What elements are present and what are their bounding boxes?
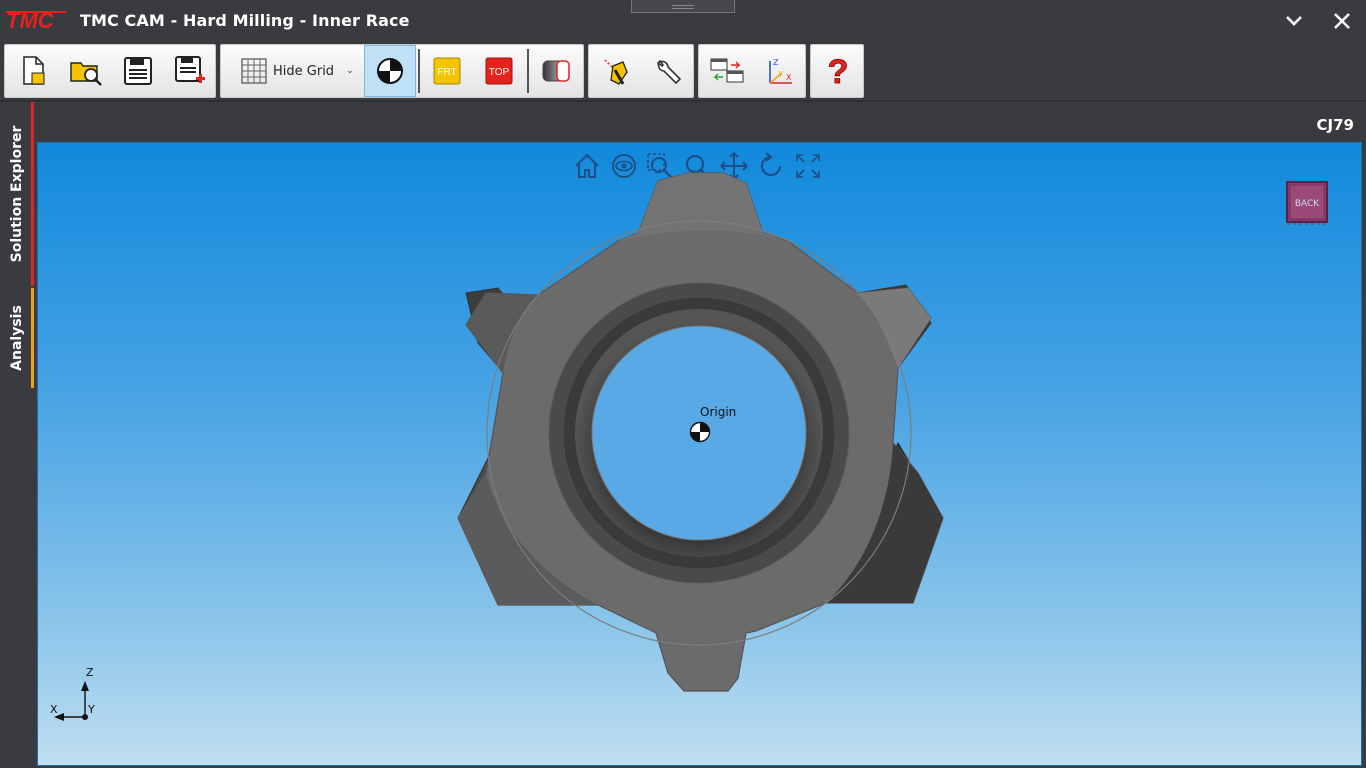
inner-race-model[interactable] (38, 143, 1362, 766)
save-icon (124, 57, 152, 85)
part-code: CJ79 (1316, 116, 1354, 134)
new-file-button[interactable] (9, 45, 59, 97)
origin-marker-icon[interactable] (689, 421, 711, 443)
wrench-icon (656, 59, 682, 85)
top-view-button[interactable]: TOP (474, 45, 524, 97)
svg-text:?: ? (828, 55, 849, 87)
help-toolbar-group: ? (810, 44, 864, 98)
axis-x-label: X (50, 703, 58, 716)
origin-marker-icon (377, 58, 403, 84)
coordinate-axes-icon: Z Y X (769, 58, 792, 84)
grid-icon (241, 58, 267, 84)
tab-analysis-label: Analysis (9, 305, 25, 371)
axis-y-label: Y (88, 703, 95, 716)
swap-windows-icon (710, 58, 744, 83)
hide-grid-label: Hide Grid (273, 63, 335, 79)
open-file-button[interactable] (61, 45, 111, 97)
settings-wrench-button[interactable] (643, 45, 693, 97)
tmc-logo: TMC (6, 9, 66, 31)
axis-z-label: Z (86, 666, 94, 679)
save-as-button[interactable] (165, 45, 215, 97)
save-as-icon (175, 56, 205, 83)
tab-indicator (31, 102, 34, 286)
svg-text:X: X (786, 73, 792, 82)
svg-text:Y: Y (777, 70, 783, 79)
help-icon: ? (827, 55, 849, 87)
front-view-button[interactable]: FRT (422, 45, 472, 97)
tools-toolbar-group (588, 44, 694, 98)
file-toolbar-group (4, 44, 216, 98)
toolbar-separator (527, 49, 529, 93)
window-drag-handle[interactable] (631, 0, 735, 13)
svg-text:TOP: TOP (489, 67, 510, 78)
front-view-icon: FRT (433, 57, 461, 85)
window-title: TMC CAM - Hard Milling - Inner Race (80, 11, 410, 30)
view-toolbar-group: Hide Grid ⌄ FRT TOP (220, 44, 584, 98)
cutting-tool-button[interactable] (591, 45, 641, 97)
close-icon[interactable] (1329, 8, 1355, 34)
svg-text:Z: Z (773, 58, 779, 67)
tab-solution-explorer[interactable]: Solution Explorer (0, 102, 34, 286)
side-tab-strip: Solution Explorer Analysis (0, 102, 36, 768)
show-origin-button[interactable] (364, 45, 416, 97)
new-file-icon (23, 56, 45, 85)
save-button[interactable] (113, 45, 163, 97)
axis-triad (54, 681, 89, 721)
document-header: CJ79 (36, 102, 1366, 142)
transform-toolbar-group: Z Y X (698, 44, 806, 98)
hide-grid-dropdown[interactable]: Hide Grid ⌄ (223, 45, 361, 97)
tab-solution-explorer-label: Solution Explorer (9, 125, 25, 263)
top-view-icon: TOP (485, 57, 513, 85)
tab-analysis[interactable]: Analysis (0, 288, 34, 388)
tab-indicator (31, 288, 34, 388)
toolbar-separator (418, 49, 420, 93)
3d-viewport[interactable]: BACK Origin Z X Y (37, 142, 1362, 766)
open-folder-icon (70, 62, 102, 86)
section-view-button[interactable] (531, 45, 583, 97)
chevron-down-icon: ⌄ (346, 66, 354, 76)
swap-windows-button[interactable] (701, 45, 753, 97)
chevron-down-icon[interactable] (1281, 8, 1307, 34)
main-toolbar: Hide Grid ⌄ FRT TOP Z Y X ? (0, 42, 1366, 100)
cutting-tool-icon (604, 59, 628, 85)
svg-text:FRT: FRT (437, 67, 456, 78)
title-bar: TMC TMC CAM - Hard Milling - Inner Race (0, 0, 1366, 42)
help-button[interactable]: ? (812, 45, 864, 97)
section-view-icon (542, 60, 570, 82)
coordinate-system-button[interactable]: Z Y X (755, 45, 805, 97)
origin-label: Origin (700, 405, 737, 419)
